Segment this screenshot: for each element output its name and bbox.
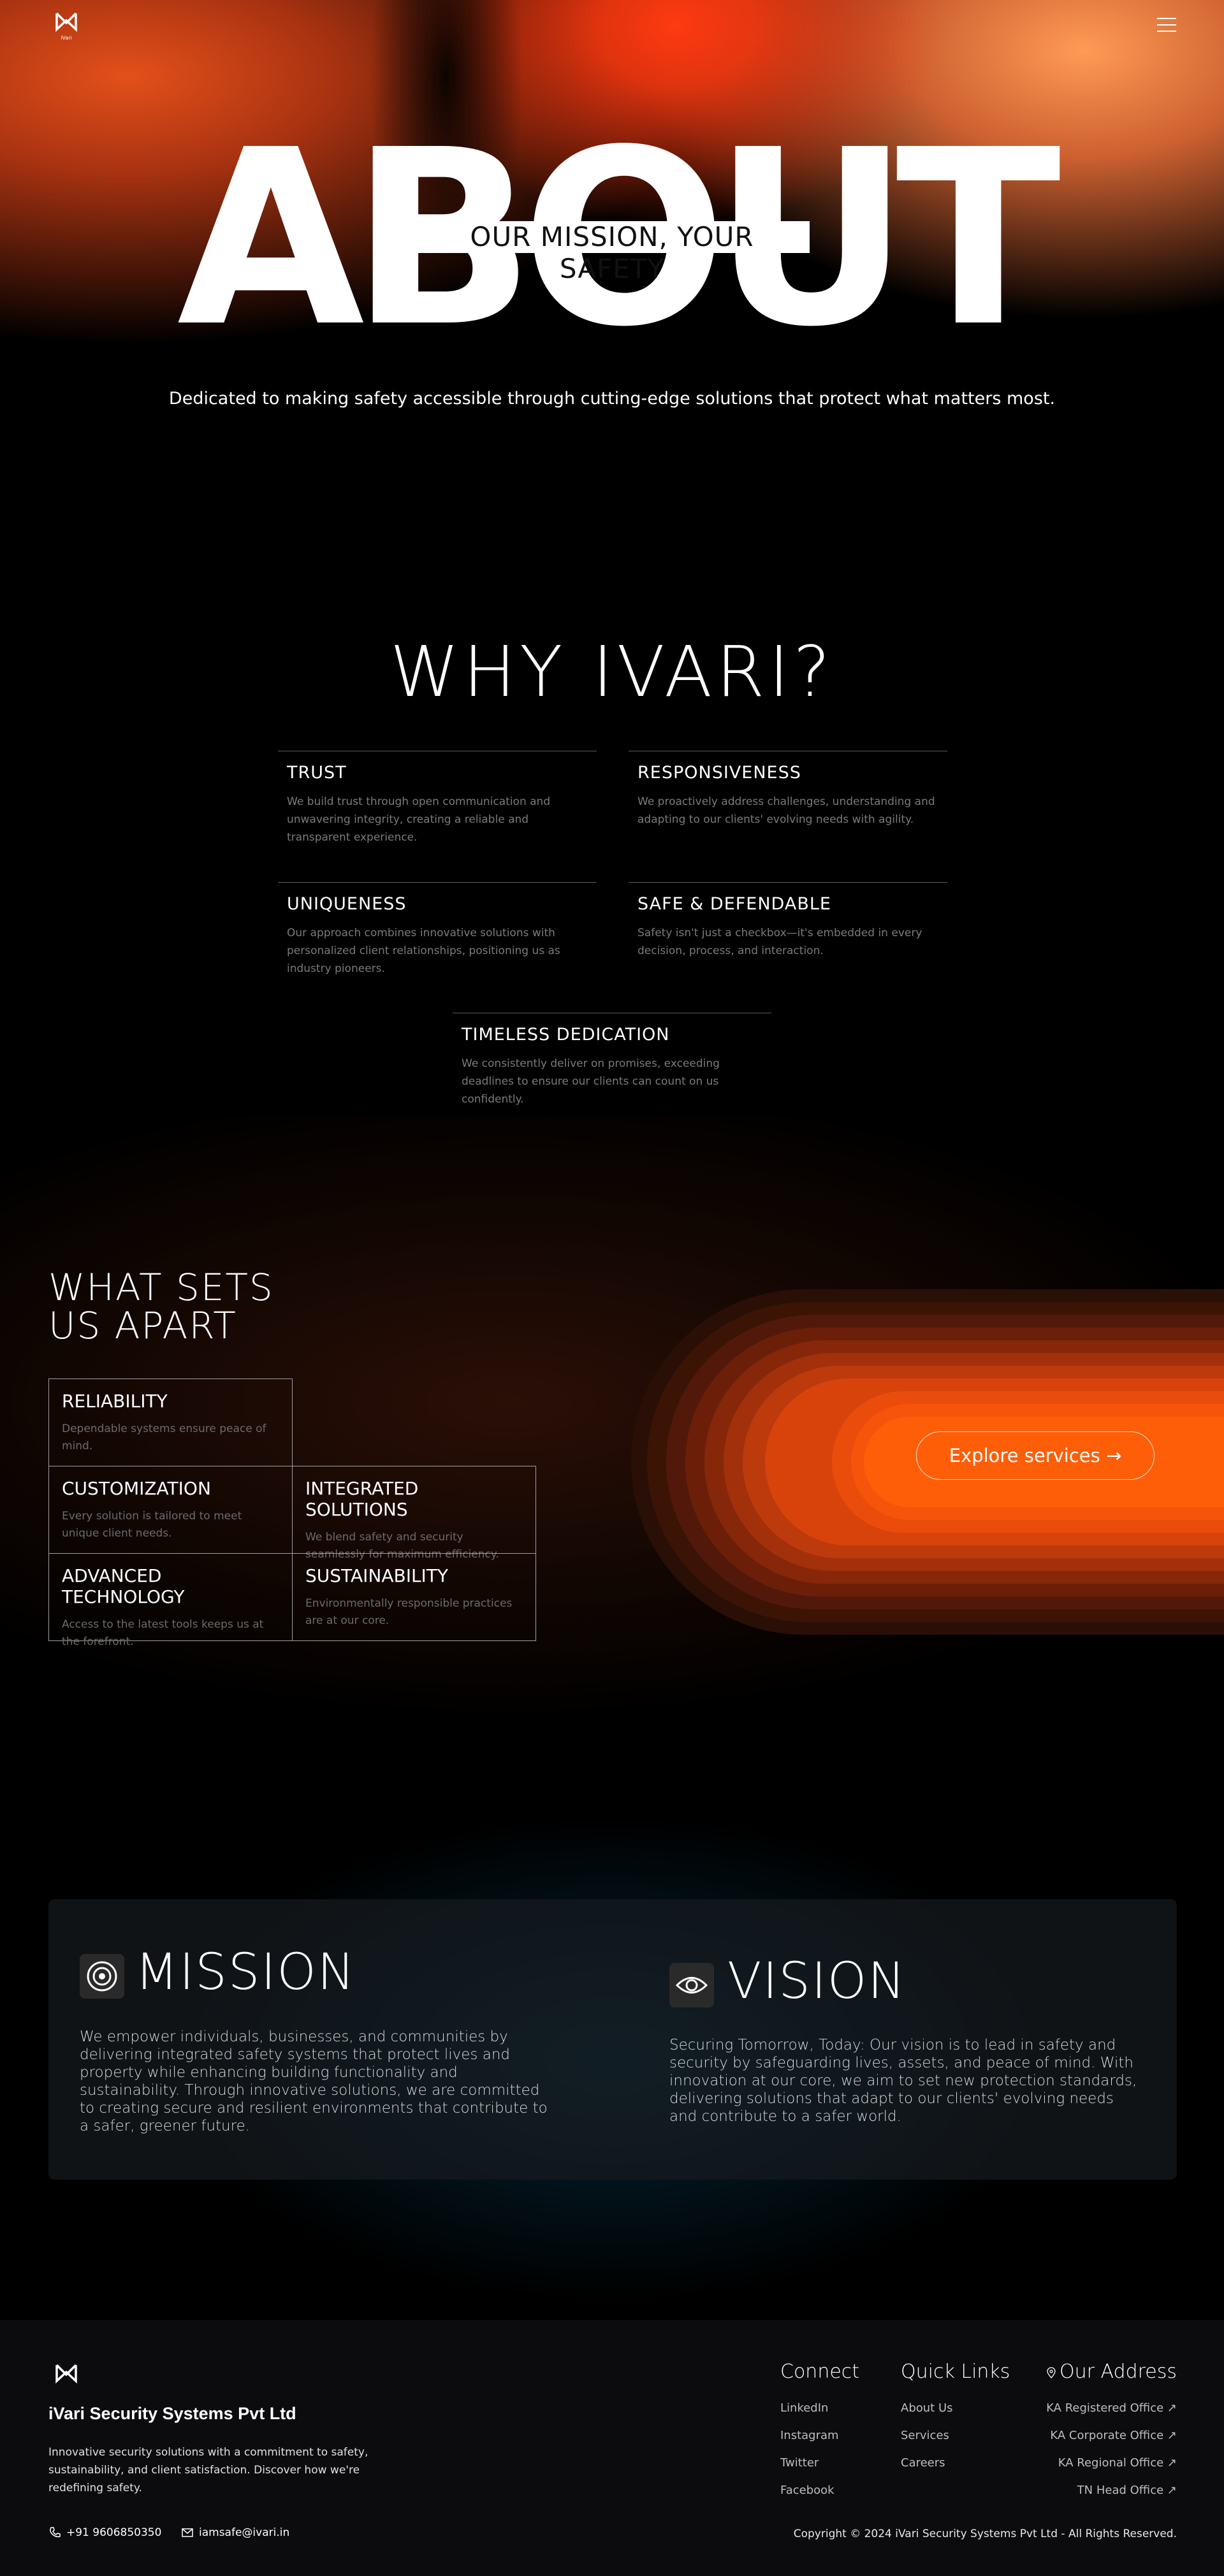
location-pin-icon xyxy=(1047,2366,1056,2378)
apart-cell-text: Every solution is tailored to meet uniqu… xyxy=(62,1510,242,1540)
why-card-title: UNIQUENESS xyxy=(287,894,407,914)
why-card-timeless-dedication: TIMELESS DEDICATION We consistently deli… xyxy=(453,1013,771,1108)
hero-subtitle: Dedicated to making safety accessible th… xyxy=(168,389,1056,409)
why-card-text: We build trust through open communicatio… xyxy=(287,795,551,844)
why-card-title: RESPONSIVENESS xyxy=(638,763,801,783)
footer-email[interactable]: iamsafe@ivari.in xyxy=(181,2526,289,2539)
why-card-responsiveness: RESPONSIVENESS We proactively address ch… xyxy=(629,751,947,829)
footer-link-ka-corporate-office[interactable]: KA Corporate Office ↗ xyxy=(998,2429,1177,2442)
hero-section: iVari ABOUT OUR MISSION, YOUR SAFETY Ded… xyxy=(0,0,1224,574)
apart-cell-title: INTEGRATED SOLUTIONS xyxy=(305,1478,419,1520)
apart-cell-text: Access to the latest tools keeps us at t… xyxy=(62,1618,264,1648)
explore-services-button[interactable]: Explore services → xyxy=(916,1431,1155,1480)
vision-text: Securing Tomorrow, Today: Our vision is … xyxy=(669,2037,1137,2125)
apart-title: WHAT SETS US APART xyxy=(48,1268,274,1345)
apart-cell-text: Dependable systems ensure peace of mind. xyxy=(62,1422,266,1452)
footer-quick-links-heading: Quick Links xyxy=(901,2361,1010,2383)
footer-phone[interactable]: +91 9606850350 xyxy=(48,2526,161,2539)
why-card-uniqueness: UNIQUENESS Our approach combines innovat… xyxy=(278,882,597,978)
why-card-text: We proactively address challenges, under… xyxy=(638,795,935,826)
external-link-icon: ↗ xyxy=(1167,2429,1177,2442)
external-link-icon: ↗ xyxy=(1167,2401,1177,2415)
vision-title: VISION xyxy=(727,1953,907,2010)
footer-copyright: Copyright © 2024 iVari Security Systems … xyxy=(793,2528,1177,2540)
footer-description: Innovative security solutions with a com… xyxy=(48,2446,368,2494)
why-card-text: Our approach combines innovative solutio… xyxy=(287,927,560,975)
address-link-label: KA Regional Office xyxy=(1058,2456,1164,2470)
apart-cell-title: RELIABILITY xyxy=(62,1391,168,1412)
mission-text: We empower individuals, businesses, and … xyxy=(80,2029,548,2134)
arrow-right-icon: → xyxy=(1105,1445,1122,1466)
ivari-logo-icon xyxy=(55,2364,77,2384)
footer-link-instagram[interactable]: Instagram xyxy=(780,2429,839,2442)
why-title: WHY IVARI? xyxy=(390,631,834,713)
why-card-trust: TRUST We build trust through open commun… xyxy=(278,751,597,846)
apart-cell-text: Environmentally responsible practices ar… xyxy=(305,1597,513,1627)
external-link-icon: ↗ xyxy=(1167,2484,1177,2497)
footer-link-ka-regional-office[interactable]: KA Regional Office ↗ xyxy=(998,2456,1177,2470)
apart-title-line2: US APART xyxy=(48,1304,237,1347)
why-card-text: Safety isn't just a checkbox—it's embedd… xyxy=(638,927,922,957)
target-icon xyxy=(80,1954,124,1999)
external-link-icon: ↗ xyxy=(1167,2456,1177,2470)
footer-link-facebook[interactable]: Facebook xyxy=(780,2484,834,2497)
mail-icon xyxy=(182,2528,193,2537)
mission-title: MISSION xyxy=(135,1944,356,2001)
footer-link-about-us[interactable]: About Us xyxy=(901,2401,953,2415)
apart-cell-advanced-technology: ADVANCED TECHNOLOGY Access to the latest… xyxy=(48,1553,293,1648)
footer-address-heading: Our Address xyxy=(1046,2361,1177,2383)
apart-title-line1: WHAT SETS xyxy=(48,1266,274,1309)
footer-link-tn-head-office[interactable]: TN Head Office ↗ xyxy=(998,2484,1177,2497)
header-logo[interactable]: iVari xyxy=(55,11,78,41)
apart-cell-sustainability: SUSTAINABILITY Environmentally responsib… xyxy=(292,1553,536,1641)
footer-company-name: iVari Security Systems Pvt Ltd xyxy=(48,2404,296,2423)
apart-cell-integrated-solutions: INTEGRATED SOLUTIONS We blend safety and… xyxy=(292,1466,536,1561)
footer-address-heading-text: Our Address xyxy=(1060,2361,1177,2383)
why-card-text: We consistently deliver on promises, exc… xyxy=(462,1057,720,1106)
footer: iVari Security Systems Pvt Ltd Innovativ… xyxy=(0,2320,1224,2576)
apart-cell-customization: CUSTOMIZATION Every solution is tailored… xyxy=(48,1466,293,1554)
apart-cell-title: SUSTAINABILITY xyxy=(305,1565,449,1586)
hero-tagline: OUR MISSION, YOUR SAFETY xyxy=(414,221,810,284)
address-link-label: KA Registered Office xyxy=(1046,2401,1164,2415)
apart-cell-title: CUSTOMIZATION xyxy=(62,1478,211,1499)
footer-phone-number: +91 9606850350 xyxy=(66,2526,162,2539)
logo-caption: iVari xyxy=(61,35,72,41)
footer-link-careers[interactable]: Careers xyxy=(901,2456,945,2470)
why-card-safe-defendable: SAFE & DEFENDABLE Safety isn't just a ch… xyxy=(629,882,947,960)
footer-link-twitter[interactable]: Twitter xyxy=(780,2456,819,2470)
apart-cell-title: ADVANCED TECHNOLOGY xyxy=(62,1565,185,1607)
footer-logo[interactable] xyxy=(55,2363,78,2386)
explore-services-label: Explore services xyxy=(949,1445,1100,1466)
footer-connect-heading: Connect xyxy=(780,2361,860,2383)
hamburger-menu-icon[interactable] xyxy=(1157,18,1176,34)
phone-icon xyxy=(50,2527,61,2538)
footer-link-services[interactable]: Services xyxy=(901,2429,949,2442)
footer-link-linkedin[interactable]: LinkedIn xyxy=(780,2401,828,2415)
why-card-title: TIMELESS DEDICATION xyxy=(462,1025,670,1045)
why-card-title: TRUST xyxy=(287,763,347,783)
why-card-title: SAFE & DEFENDABLE xyxy=(638,894,831,914)
address-link-label: KA Corporate Office xyxy=(1050,2429,1164,2442)
ivari-logo-icon xyxy=(55,12,77,33)
address-link-label: TN Head Office xyxy=(1077,2484,1164,2497)
eye-icon xyxy=(669,1963,714,2008)
footer-email-address: iamsafe@ivari.in xyxy=(199,2526,290,2539)
apart-cell-reliability: RELIABILITY Dependable systems ensure pe… xyxy=(48,1378,293,1466)
footer-link-ka-registered-office[interactable]: KA Registered Office ↗ xyxy=(998,2401,1177,2415)
